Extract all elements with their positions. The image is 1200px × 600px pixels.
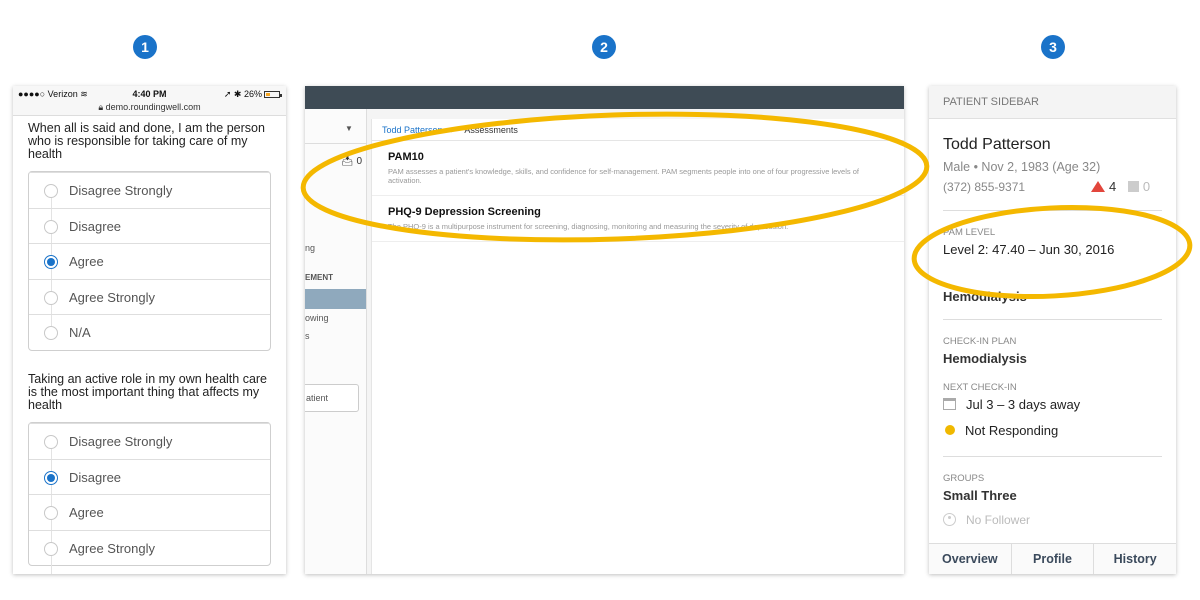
status-right: ➚ ✱ 26% — [223, 89, 282, 100]
radio-button[interactable] — [44, 326, 58, 341]
sidebar-header: PATIENT SIDEBAR — [929, 86, 1176, 119]
patient-demographics: Male • Nov 2, 1983 (Age 32) — [943, 160, 1101, 174]
step-badge-2: 2 — [592, 35, 616, 59]
tab-profile[interactable]: Profile — [1010, 544, 1094, 574]
tab-overview[interactable]: Overview — [929, 544, 1011, 574]
answer-option-selected[interactable]: Agree — [29, 243, 270, 279]
desktop-assessments-panel: ▼ 📥︎ 0 ng EMENT owing s atient Todd Patt… — [305, 86, 904, 574]
alert-count: 4 — [1109, 179, 1117, 194]
assessment-title: PHQ-9 Depression Screening — [388, 206, 541, 218]
alert-counts[interactable]: 4 0 — [1091, 179, 1150, 194]
assessment-description: The PHQ-9 is a multipurpose instrument f… — [388, 222, 789, 231]
ios-status-bar: ●●●●○ Verizon ≋ 4:40 PM ➚ ✱ 26% 🔒︎ demo.… — [13, 86, 286, 116]
radio-button[interactable] — [44, 506, 58, 521]
groups-label: GROUPS — [943, 473, 985, 484]
address-bar[interactable]: 🔒︎ demo.roundingwell.com — [13, 102, 286, 113]
pam-level-label: PAM LEVEL — [943, 227, 996, 238]
radio-button-checked[interactable] — [44, 255, 58, 270]
survey-question-2: Taking an active role in my own health c… — [28, 371, 268, 412]
add-patient-button[interactable]: atient — [305, 384, 359, 412]
nav-item[interactable]: owing — [305, 313, 329, 323]
app-top-bar — [305, 86, 904, 109]
patient-phone: (372) 855-9371 — [943, 180, 1026, 194]
next-checkin-value: Jul 3 – 3 days away — [943, 397, 1080, 412]
person-icon — [943, 513, 956, 526]
step-badge-3: 3 — [1041, 35, 1065, 59]
answer-option[interactable]: Disagree — [29, 207, 270, 244]
radio-button[interactable] — [44, 290, 58, 305]
breadcrumb-separator: > — [451, 125, 457, 135]
patient-name: Todd Patterson — [943, 136, 1051, 153]
step-badge-1: 1 — [133, 35, 157, 59]
assessment-title: PAM10 — [388, 151, 424, 163]
divider — [943, 210, 1162, 211]
nav-item[interactable]: ng — [305, 243, 315, 253]
inbox-icon: 📥︎ — [341, 156, 354, 167]
radio-button[interactable] — [44, 434, 58, 449]
chevron-down-icon[interactable]: ▼ — [345, 124, 353, 133]
answer-group-2: Disagree Strongly Disagree Agree Agree S… — [28, 421, 271, 574]
pam-level-value: Level 2: 47.40 – Jun 30, 2016 — [943, 242, 1115, 257]
divider — [943, 456, 1162, 457]
bluetooth-icon: ✱ — [233, 89, 242, 99]
nav-divider — [305, 143, 366, 144]
breadcrumb-patient-link[interactable]: Todd Patterson — [382, 125, 443, 135]
nav-section-heading: EMENT — [305, 273, 333, 282]
answer-option[interactable]: Agree Strongly — [29, 278, 270, 315]
answer-option-selected[interactable]: Disagree — [29, 458, 270, 495]
assessment-row[interactable]: PHQ-9 Depression Screening The PHQ-9 is … — [372, 196, 904, 242]
answer-option[interactable]: Disagree Strongly — [29, 172, 270, 208]
assessment-description: PAM assesses a patient's knowledge, skil… — [388, 167, 859, 185]
answer-option[interactable]: N/A — [29, 314, 270, 350]
mobile-survey-panel: ●●●●○ Verizon ≋ 4:40 PM ➚ ✱ 26% 🔒︎ demo.… — [13, 86, 286, 574]
left-navigation: ▼ 📥︎ 0 ng EMENT owing s atient — [305, 109, 367, 574]
divider — [943, 319, 1162, 320]
radio-button[interactable] — [44, 184, 58, 198]
tab-history[interactable]: History — [1093, 544, 1176, 574]
location-icon: ➚ — [223, 89, 232, 99]
nav-item[interactable]: s — [305, 331, 310, 341]
nav-item-selected[interactable] — [305, 289, 366, 309]
lock-icon: 🔒︎ — [98, 102, 104, 112]
sidebar-tabs: Overview Profile History — [929, 543, 1176, 574]
group-name: Small Three — [943, 488, 1017, 503]
radio-button-checked[interactable] — [44, 470, 58, 485]
breadcrumb: Todd Patterson > Assessments — [372, 119, 904, 141]
inbox-counter[interactable]: 📥︎ 0 — [341, 156, 362, 167]
answer-option[interactable]: Agree Strongly — [29, 529, 270, 566]
assessment-row[interactable]: PAM10 PAM assesses a patient's knowledge… — [372, 141, 904, 196]
answer-option[interactable]: Disagree Strongly — [29, 422, 270, 459]
assessments-card: Todd Patterson > Assessments PAM10 PAM a… — [371, 119, 904, 574]
follower-row[interactable]: No Follower — [943, 513, 1030, 527]
calendar-icon — [943, 398, 956, 410]
battery-icon — [264, 91, 282, 99]
main-content: Todd Patterson > Assessments PAM10 PAM a… — [367, 109, 904, 574]
checkin-status: Not Responding — [943, 423, 1058, 438]
checkin-plan-label: CHECK-IN PLAN — [943, 336, 1017, 347]
breadcrumb-current: Assessments — [464, 125, 518, 135]
next-checkin-label: NEXT CHECK-IN — [943, 382, 1017, 393]
answer-group-1: Disagree Strongly Disagree Agree Agree S… — [28, 171, 271, 351]
task-count: 0 — [1142, 179, 1151, 194]
answer-option[interactable]: Agree — [29, 494, 270, 530]
patient-sidebar-panel: PATIENT SIDEBAR Todd Patterson Male • No… — [929, 86, 1176, 574]
task-square-icon — [1127, 181, 1139, 192]
checkin-plan-value: Hemodialysis — [943, 351, 1027, 366]
alert-triangle-icon — [1091, 181, 1105, 192]
program-name: Hemodialysis — [943, 289, 1027, 304]
status-dot-icon — [945, 425, 955, 435]
radio-button[interactable] — [44, 219, 58, 234]
radio-button[interactable] — [44, 541, 58, 556]
survey-question-1: When all is said and done, I am the pers… — [28, 121, 265, 161]
